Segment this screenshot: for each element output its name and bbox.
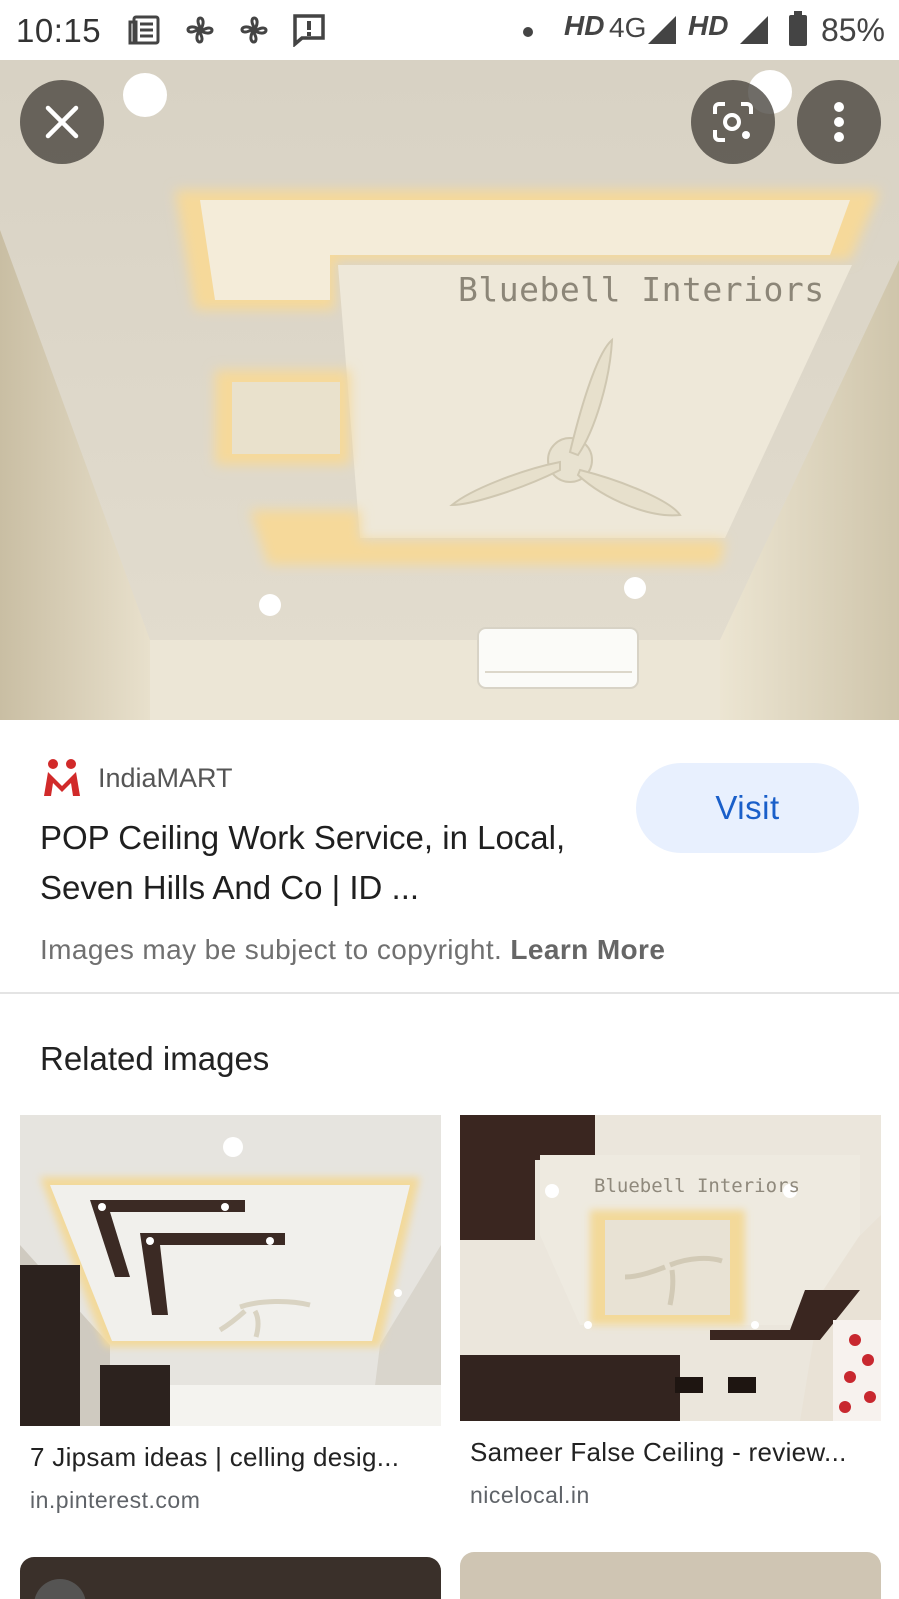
chevron-left-icon[interactable] (34, 1579, 86, 1599)
network-type: 4G (609, 12, 647, 43)
fan-icon (240, 16, 268, 44)
alert-icon (293, 14, 325, 47)
status-bar: 10:15 HD 4G HD 85% (0, 0, 899, 60)
signal-icon (648, 16, 676, 44)
close-icon (45, 105, 79, 139)
close-button[interactable] (20, 80, 104, 164)
source-name: IndiaMART (98, 762, 233, 793)
signal-icon-2 (740, 16, 768, 44)
hd-label: HD (564, 10, 605, 41)
notification-dot-icon (523, 27, 533, 37)
hero-image[interactable]: Bluebell Interiors (0, 60, 899, 720)
watermark-text: Bluebell Interiors (458, 270, 825, 309)
related-caption: Sameer False Ceiling - review... (470, 1437, 847, 1467)
battery-level: 85% (820, 12, 885, 48)
related-image-card[interactable] (20, 1557, 441, 1599)
related-domain: in.pinterest.com (30, 1487, 201, 1513)
result-title[interactable]: POP Ceiling Work Service, in Local, Seve… (40, 813, 600, 913)
news-icon (128, 15, 160, 45)
copyright-notice: Images may be subject to copyright. Lear… (40, 934, 665, 966)
fan-icon (186, 16, 214, 44)
related-thumbnail[interactable] (20, 1115, 441, 1426)
source-row[interactable]: IndiaMART (40, 756, 233, 800)
lens-button[interactable] (691, 80, 775, 164)
status-time: 10:15 (16, 12, 102, 49)
related-image-card[interactable]: Bluebell Interiors Sameer False Ceiling … (460, 1115, 881, 1509)
related-image-card[interactable]: 7 Jipsam ideas | celling desig... in.pin… (20, 1115, 441, 1514)
watermark-text: Bluebell Interiors (594, 1175, 800, 1197)
copyright-text: Images may be subject to copyright. (40, 934, 503, 965)
related-caption: 7 Jipsam ideas | celling desig... (30, 1442, 400, 1472)
screen: 10:15 HD 4G HD 85% Bluebell Interiors In… (0, 0, 899, 1599)
learn-more-link[interactable]: Learn More (510, 934, 665, 965)
lens-icon (713, 102, 753, 142)
related-thumbnail[interactable]: Bluebell Interiors (460, 1115, 881, 1421)
related-images-heading: Related images (40, 1040, 270, 1077)
more-vert-icon (834, 102, 844, 142)
indiamart-logo-icon (44, 759, 80, 796)
hd-label-2: HD (688, 10, 729, 41)
visit-button[interactable]: Visit (636, 763, 859, 853)
battery-icon (789, 11, 807, 46)
result-info: IndiaMART POP Ceiling Work Service, in L… (0, 720, 899, 994)
related-domain: nicelocal.in (470, 1482, 590, 1508)
related-image-card[interactable] (460, 1552, 881, 1599)
more-options-button[interactable] (797, 80, 881, 164)
